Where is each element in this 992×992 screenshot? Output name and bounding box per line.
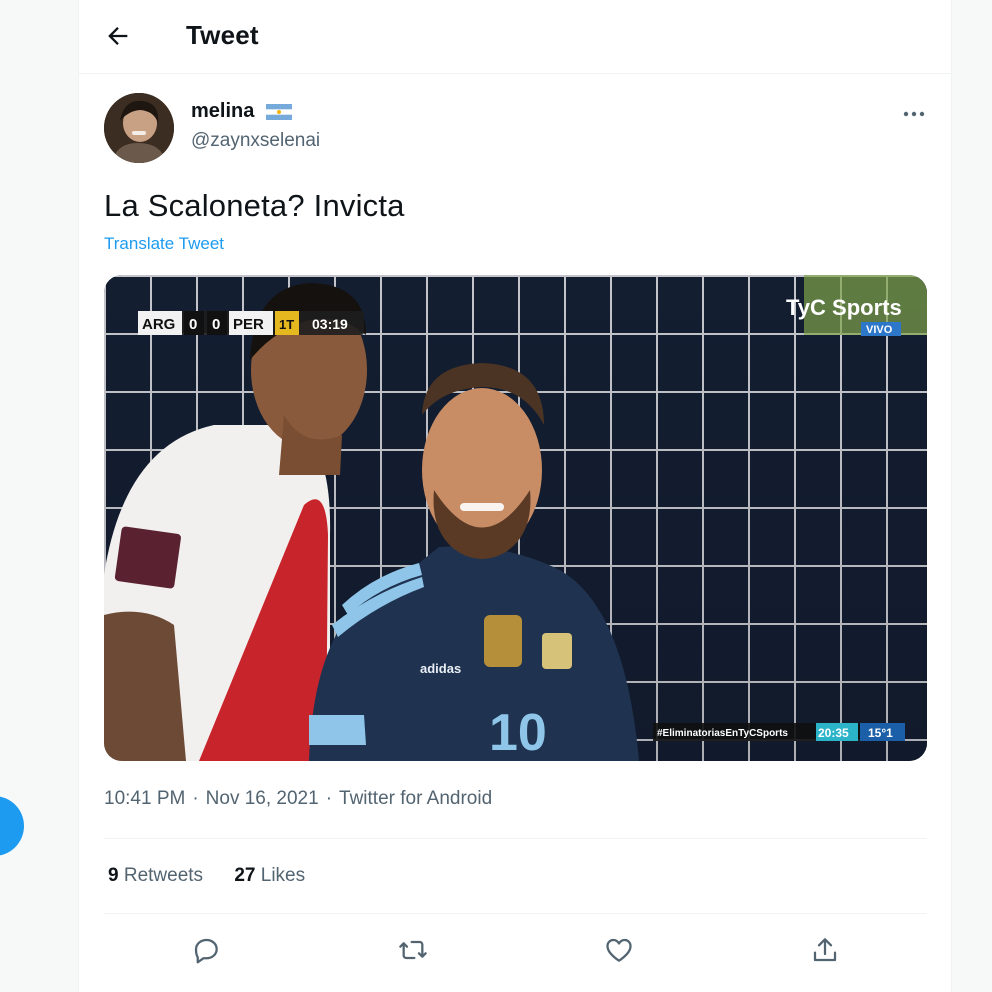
broadcaster-logo: TyC Sports [786,295,902,320]
svg-text:15°1: 15°1 [868,726,893,740]
jersey-number: 10 [489,704,547,761]
svg-text:0: 0 [212,316,220,333]
likes-stat[interactable]: 27 Likes [234,865,305,887]
tweet-time[interactable]: 10:41 PM [104,788,185,809]
like-icon[interactable] [603,934,635,966]
tweet-date[interactable]: Nov 16, 2021 [206,788,319,809]
svg-text:adidas: adidas [420,661,461,676]
svg-text:0: 0 [189,316,197,333]
more-options-icon[interactable] [902,106,926,117]
svg-text:ARG: ARG [142,316,175,333]
hashtag-bar: #EliminatoriasEnTyCSports 20:35 15°1 [653,723,905,741]
page-title: Tweet [186,20,259,50]
reply-icon[interactable] [190,934,222,966]
translate-tweet-link[interactable]: Translate Tweet [104,234,224,254]
live-badge: VIVO [866,324,893,336]
tweet-media-image[interactable]: 10 adidas ARG 0 0 PER 1T 03:19 TyC Sport… [104,275,927,761]
tweet-text: La Scaloneta? Invicta [104,188,405,223]
svg-text:03:19: 03:19 [312,316,348,332]
retweet-icon[interactable] [397,934,429,966]
svg-text:#EliminatoriasEnTyCSports: #EliminatoriasEnTyCSports [657,728,788,739]
argentina-flag-icon [266,104,292,120]
author-handle[interactable]: @zaynxselenai [191,130,320,152]
tweet-source[interactable]: Twitter for Android [339,788,492,809]
svg-text:PER: PER [233,316,264,333]
author-display-name[interactable]: melina [191,100,254,123]
tweet-stats: 9 Retweets 27 Likes [108,865,331,887]
svg-text:20:35: 20:35 [818,726,849,740]
tweet-metadata: 10:41 PM · Nov 16, 2021 · Twitter for Androi… [104,788,493,809]
avatar[interactable] [104,93,174,163]
scoreboard-overlay: ARG 0 0 PER 1T 03:19 [138,311,364,335]
retweets-stat[interactable]: 9 Retweets [108,865,203,887]
svg-text:1T: 1T [279,317,294,332]
divider [104,913,927,914]
share-icon[interactable] [809,934,841,966]
divider [104,838,927,839]
arrow-left-icon[interactable] [104,22,132,50]
